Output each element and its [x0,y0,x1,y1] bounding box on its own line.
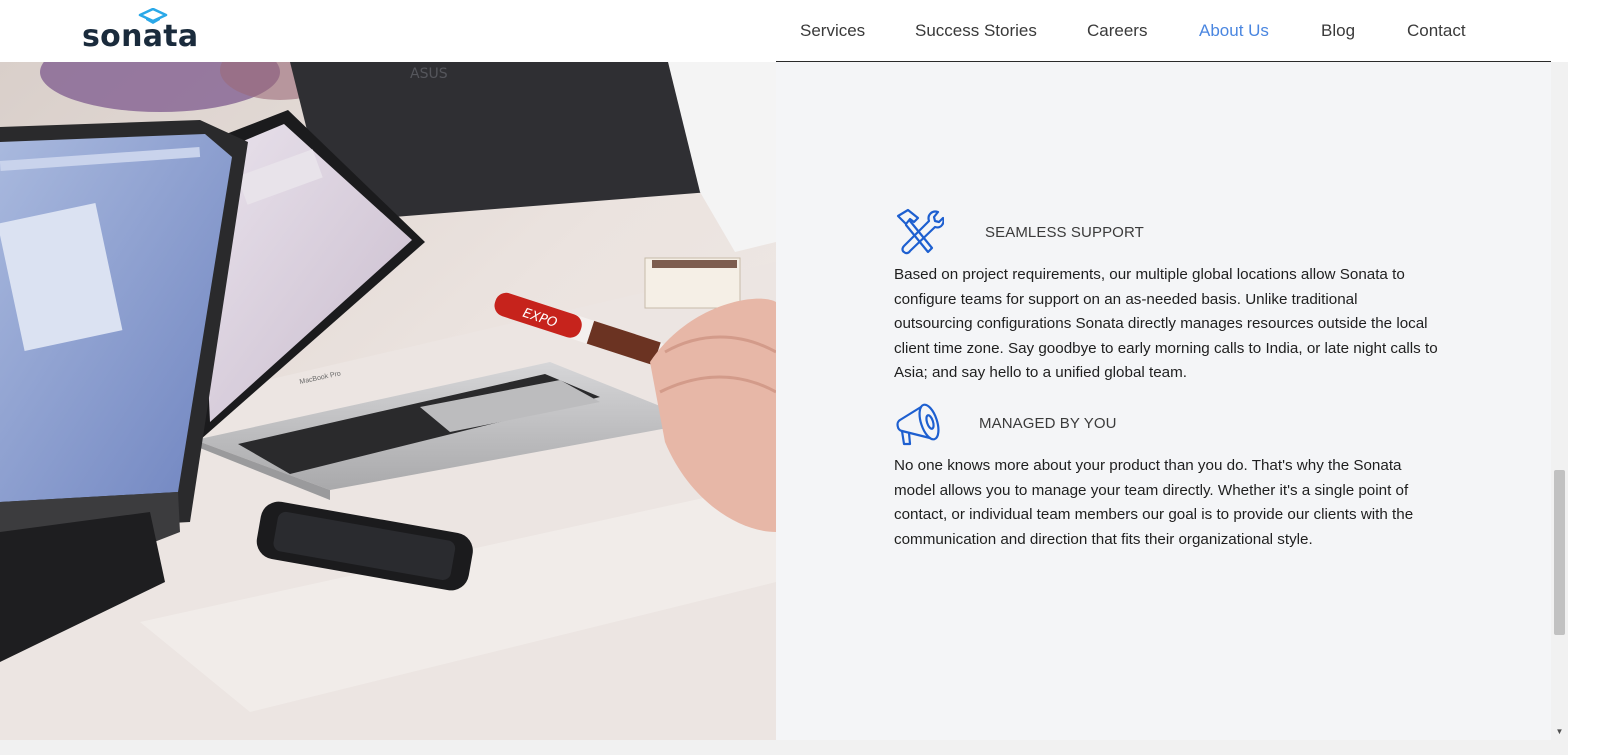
nav-blog[interactable]: Blog [1321,20,1355,42]
feature-description: Based on project requirements, our multi… [894,266,1438,382]
header-divider [776,61,1551,62]
feature-seamless-support-header: SEAMLESS SUPPORT [894,208,1454,258]
feature-managed-by-you-header: MANAGED BY YOU [894,400,1454,450]
feature-title: SEAMLESS SUPPORT [985,224,1144,241]
scroll-down-arrow-icon[interactable]: ▼ [1551,723,1568,740]
vertical-scrollbar[interactable]: ▲ ▼ [1551,0,1568,740]
nav-contact[interactable]: Contact [1407,20,1466,42]
site-header: sonata Services Success Stories Careers … [0,0,1568,62]
feature-description: No one knows more about your product tha… [894,457,1414,548]
nav-careers[interactable]: Careers [1087,20,1147,42]
horizontal-scrollbar[interactable] [0,740,1568,755]
photo-illustration: ASUS MacBook Pro EXPO [0,62,776,755]
logo-wordmark: sonata [82,19,199,54]
features-panel: SEAMLESS SUPPORT Based on project requir… [776,62,1551,740]
svg-text:ASUS: ASUS [410,66,448,82]
sonata-logo[interactable]: sonata [82,6,202,54]
scrollbar-thumb[interactable] [1554,470,1565,635]
nav-success-stories[interactable]: Success Stories [915,20,1037,42]
nav-services[interactable]: Services [800,20,865,42]
nav-about-us[interactable]: About Us [1199,20,1269,42]
feature-title: MANAGED BY YOU [979,415,1117,432]
office-laptops-photo: ASUS MacBook Pro EXPO [0,62,776,755]
megaphone-icon [896,403,940,446]
tools-icon [896,208,944,255]
